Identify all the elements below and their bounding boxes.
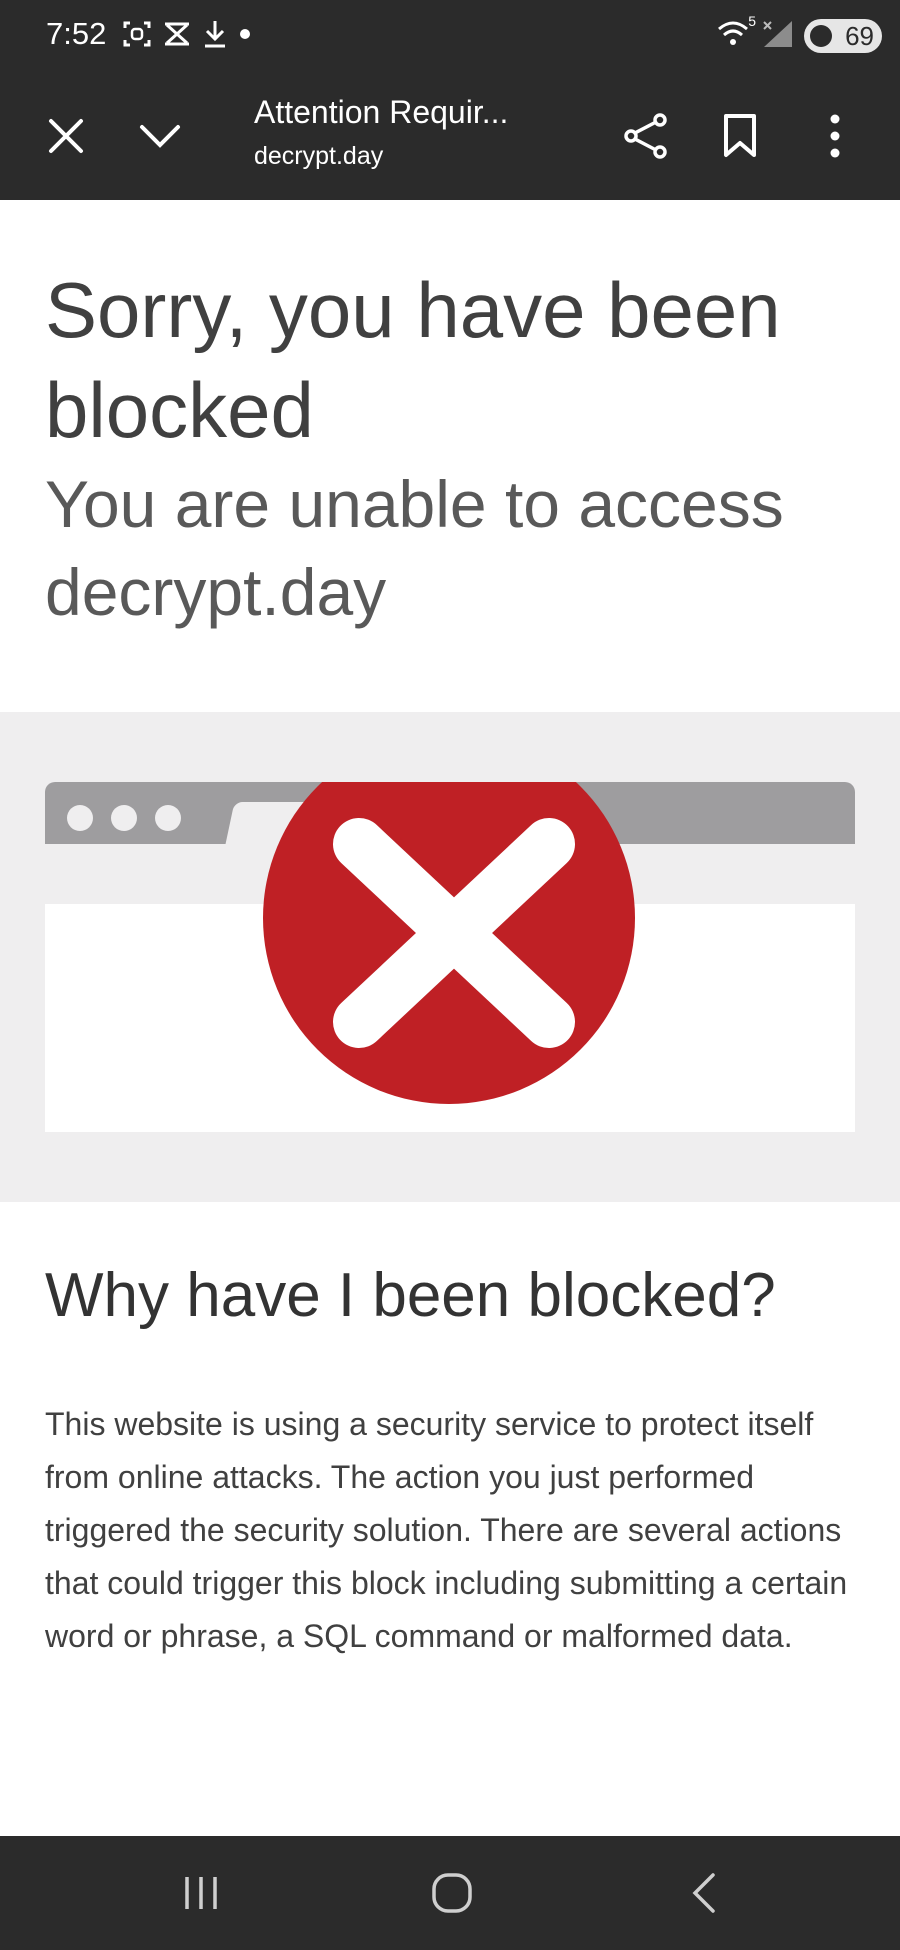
chevron-down-icon bbox=[140, 125, 180, 148]
page-heading: Sorry, you have been blocked bbox=[45, 266, 781, 454]
status-icons-right: 5 69 bbox=[716, 13, 882, 54]
page-title: Attention Requir... bbox=[254, 94, 509, 130]
back-icon bbox=[692, 1873, 715, 1913]
status-icons-left bbox=[122, 20, 252, 52]
blocked-x-icon bbox=[263, 782, 635, 1104]
status-time: 7:52 bbox=[46, 16, 107, 51]
charging-bolt-icon bbox=[810, 25, 832, 47]
bookmark-button[interactable] bbox=[704, 100, 776, 172]
minimize-button[interactable] bbox=[124, 100, 196, 172]
system-navigation-bar bbox=[0, 1836, 900, 1950]
window-dot-icon bbox=[67, 805, 93, 831]
page-subheading: You are unable to access decrypt.day bbox=[45, 467, 784, 629]
why-blocked-body: This website is using a security service… bbox=[45, 1406, 848, 1654]
window-dot-icon bbox=[155, 805, 181, 831]
bookmark-icon bbox=[724, 114, 756, 157]
close-button[interactable] bbox=[30, 100, 102, 172]
battery-icon: 69 bbox=[804, 19, 882, 53]
page-url: decrypt.day bbox=[254, 142, 384, 170]
battery-level: 69 bbox=[845, 20, 874, 51]
why-blocked-heading: Why have I been blocked? bbox=[45, 1261, 776, 1330]
blocked-illustration bbox=[0, 712, 900, 1202]
status-bar: 7:52 5 69 bbox=[0, 0, 900, 72]
home-button[interactable] bbox=[407, 1858, 497, 1928]
custom-tab-toolbar: Attention Requir... decrypt.day bbox=[0, 72, 900, 200]
wifi-band-label: 5 bbox=[748, 12, 756, 29]
back-button[interactable] bbox=[659, 1858, 749, 1928]
recent-apps-button[interactable] bbox=[156, 1858, 246, 1928]
share-button[interactable] bbox=[610, 100, 682, 172]
recent-apps-icon bbox=[185, 1877, 217, 1909]
more-options-button[interactable] bbox=[799, 100, 871, 172]
dot-icon bbox=[238, 27, 252, 46]
screenshot-icon bbox=[122, 19, 152, 54]
more-vert-icon bbox=[830, 114, 840, 158]
window-dot-icon bbox=[111, 805, 137, 831]
home-icon bbox=[432, 1873, 472, 1913]
download-icon bbox=[202, 19, 228, 54]
close-icon bbox=[49, 119, 83, 153]
wifi-icon: 5 bbox=[716, 13, 756, 54]
share-icon bbox=[624, 113, 667, 159]
app-notification-icon bbox=[162, 19, 192, 54]
cellular-signal-icon bbox=[760, 19, 794, 54]
